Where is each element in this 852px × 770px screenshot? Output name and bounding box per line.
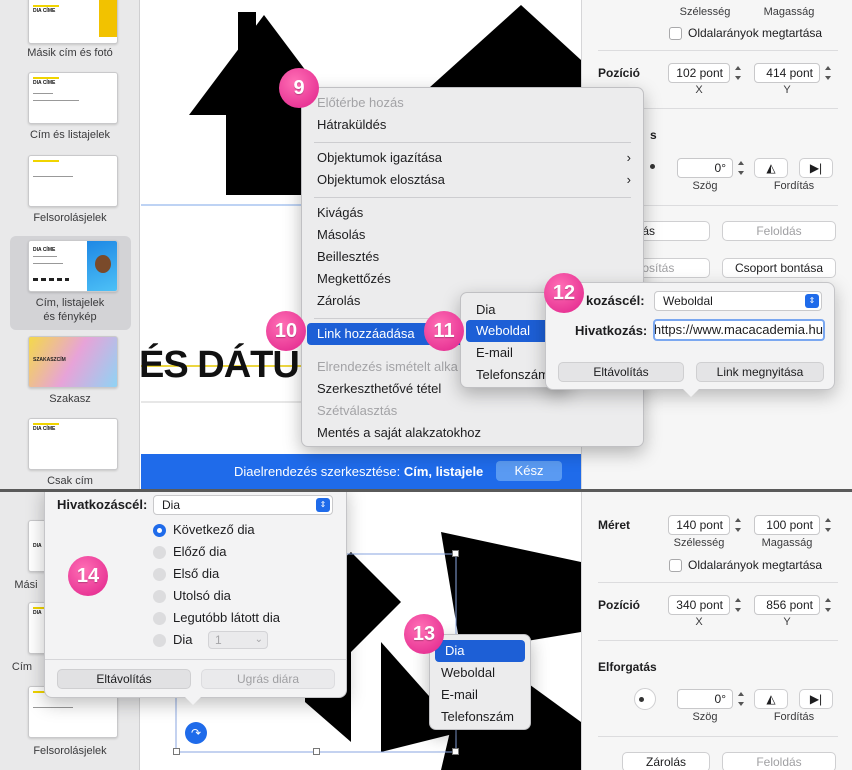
slide-label: Cím, listajelek és fénykép [35, 297, 105, 323]
y-stepper[interactable] [823, 63, 834, 83]
ungroup-button[interactable]: Csoport bontása [722, 258, 836, 278]
slide-thumb-5[interactable]: SZAKASZCÍM [28, 336, 118, 388]
radio-previous-slide[interactable] [153, 546, 166, 559]
slide-number-select[interactable]: 1 ⌄ [208, 631, 268, 649]
radio-last-slide[interactable] [153, 590, 166, 603]
flip-horizontal-icon[interactable]: ▶| [799, 689, 833, 709]
link-target-select[interactable]: Weboldal ⇕ [654, 291, 822, 311]
chevron-right-icon: › [626, 150, 631, 165]
popover-arrow [185, 697, 201, 705]
menu-item-send-to-back[interactable]: Hátraküldés [302, 114, 643, 136]
width-stepper[interactable] [733, 515, 744, 535]
link-popover: kozáscél: Weboldal ⇕ Hivatkozás: https:/… [545, 282, 835, 397]
selection-handle[interactable] [313, 748, 320, 755]
menu-item-bring-to-front[interactable]: Előtérbe hozás [302, 92, 643, 114]
width-field[interactable]: 140 pont [668, 515, 730, 535]
x-stepper[interactable] [733, 595, 744, 615]
flip-horizontal-icon[interactable]: ▶| [799, 158, 833, 178]
step-badge-9: 9 [274, 63, 324, 113]
step-badge-13: 13 [399, 609, 449, 659]
step-badge-10: 10 [261, 306, 311, 356]
link-badge-icon[interactable]: ↷ [185, 722, 207, 744]
angle-stepper[interactable] [736, 689, 747, 709]
menu-item-paste[interactable]: Beillesztés [302, 246, 643, 268]
menu-item-copy[interactable]: Másolás [302, 224, 643, 246]
rotate-knob[interactable] [650, 164, 655, 169]
chevron-right-icon: › [626, 172, 631, 187]
lock-button[interactable]: Zárolás [622, 752, 710, 770]
radio-slide-number[interactable] [153, 634, 166, 647]
slide-thumb-6[interactable]: DIA CÍME [28, 418, 118, 470]
angle-field[interactable]: 0° [677, 689, 733, 709]
link-target-select[interactable]: Dia ⇕ [153, 495, 333, 515]
rotate-dial[interactable] [634, 688, 656, 710]
target-webpage[interactable]: Weboldal [430, 662, 530, 684]
selection-handle[interactable] [452, 748, 459, 755]
slide-label: Felsorolásjelek [33, 745, 107, 757]
chevron-updown-icon: ⇕ [805, 294, 819, 308]
step-badge-12: 12 [539, 268, 589, 318]
unlock-button[interactable]: Feloldás [722, 752, 836, 770]
flip-vertical-icon[interactable]: ◭ [754, 689, 788, 709]
keep-ratio-checkbox[interactable] [669, 27, 682, 40]
x-stepper[interactable] [733, 63, 744, 83]
slide-label: Szakasz [49, 393, 91, 405]
angle-stepper[interactable] [736, 158, 747, 178]
slide-label: Csak cím [47, 475, 93, 487]
target-slide[interactable]: Dia [435, 640, 525, 662]
menu-item-save-to-my-shapes[interactable]: Mentés a saját alakzatokhoz [302, 422, 643, 444]
popover-arrow [683, 389, 699, 397]
done-button[interactable]: Kész [496, 461, 562, 481]
slide-thumb-3[interactable] [28, 155, 118, 207]
y-stepper[interactable] [823, 595, 834, 615]
slide-label: Felsorolásjelek [33, 212, 107, 224]
slide-label: Másik cím és fotó [27, 47, 113, 59]
y-position-field[interactable]: 856 pont [754, 595, 820, 615]
selection-handle[interactable] [452, 550, 459, 557]
context-menu: Előtérbe hozás Hátraküldés Objektumok ig… [301, 87, 644, 447]
step-badge-11: 11 [419, 306, 469, 356]
step-badge-14: 14 [63, 551, 113, 601]
height-stepper[interactable] [823, 515, 834, 535]
menu-item-cut[interactable]: Kivágás [302, 202, 643, 224]
slide-thumb-2[interactable]: DIA CÍME [28, 72, 118, 124]
height-field[interactable]: 100 pont [754, 515, 820, 535]
remove-link-button[interactable]: Eltávolítás [57, 669, 191, 689]
link-target-menu: Dia Weboldal E-mail Telefonszám [429, 634, 531, 730]
slide-label: Cím és listajelek [29, 129, 111, 141]
slide-thumb-1[interactable]: DIA CÍME [28, 0, 118, 44]
slide-thumb-4[interactable]: DIA CÍME [28, 240, 118, 292]
y-position-field[interactable]: 414 pont [754, 63, 820, 83]
radio-last-viewed-slide[interactable] [153, 612, 166, 625]
target-email[interactable]: E-mail [430, 684, 530, 706]
flip-vertical-icon[interactable]: ◭ [754, 158, 788, 178]
bottom-screenshot: DIA Mási DIA Cím Felsorolásjelek ↷ Méret… [0, 492, 852, 770]
chevron-updown-icon: ⇕ [316, 498, 330, 512]
radio-first-slide[interactable] [153, 568, 166, 581]
radio-next-slide[interactable] [153, 524, 166, 537]
photo-placeholder [99, 0, 117, 37]
format-inspector: Méret 140 pont 100 pont Szélesség Magass… [581, 492, 852, 770]
remove-link-button[interactable]: Eltávolítás [558, 362, 684, 382]
layout-edit-bar: Diaelrendezés szerkesztése: Cím, listaje… [141, 454, 581, 490]
keep-ratio-checkbox[interactable] [669, 559, 682, 572]
link-url-input[interactable]: https://www.macacademia.hu [653, 319, 825, 341]
x-position-field[interactable]: 340 pont [668, 595, 730, 615]
open-link-button[interactable]: Link megnyitása [696, 362, 824, 382]
target-phone[interactable]: Telefonszám [430, 706, 530, 728]
selection-handle[interactable] [173, 748, 180, 755]
unlock-button[interactable]: Feloldás [722, 221, 836, 241]
x-position-field[interactable]: 102 pont [668, 63, 730, 83]
menu-item-align-objects[interactable]: Objektumok igazítása › [302, 147, 643, 169]
go-to-slide-button[interactable]: Ugrás diára [201, 669, 335, 689]
angle-field[interactable]: 0° [677, 158, 733, 178]
chevron-down-icon: ⌄ [254, 634, 263, 645]
menu-item-break-apart[interactable]: Szétválasztás [302, 400, 643, 422]
slide-navigator: DIA CÍME Másik cím és fotó DIA CÍME Cím … [0, 0, 140, 490]
top-screenshot: DIA CÍME Másik cím és fotó DIA CÍME Cím … [0, 0, 852, 490]
menu-item-distribute-objects[interactable]: Objektumok elosztása › [302, 169, 643, 191]
